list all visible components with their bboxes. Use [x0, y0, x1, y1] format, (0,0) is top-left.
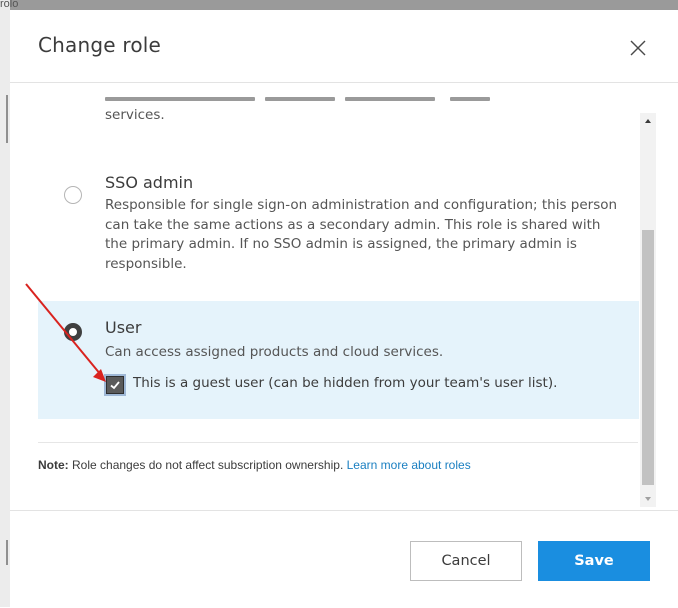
sso-admin-description: Responsible for single sign-on administr… — [105, 197, 618, 272]
cancel-button[interactable]: Cancel — [410, 541, 522, 581]
close-icon — [630, 40, 646, 56]
caret-up-icon — [645, 119, 651, 123]
close-button[interactable] — [628, 38, 648, 58]
role-list-scroll-area[interactable]: services. SSO admin Responsible for sing… — [10, 83, 678, 507]
background-left-strip: rolo — [0, 0, 18, 607]
dialog-footer: Cancel Save — [10, 510, 678, 608]
background-peek-text: rolo — [0, 0, 19, 10]
background-divider — [6, 95, 8, 143]
save-button[interactable]: Save — [538, 541, 650, 581]
dialog-title: Change role — [38, 33, 162, 57]
vertical-scrollbar[interactable] — [640, 113, 656, 507]
previous-role-description: services. — [105, 107, 165, 123]
role-note: Note: Role changes do not affect subscri… — [38, 458, 471, 472]
note-text: Role changes do not affect subscription … — [68, 458, 347, 472]
scroll-up-button[interactable] — [640, 113, 656, 129]
learn-more-roles-link[interactable]: Learn more about roles — [347, 458, 471, 472]
change-role-dialog: Change role services. SSO admin Responsi… — [10, 10, 678, 607]
checkmark-icon — [110, 381, 120, 390]
dialog-header: Change role — [10, 10, 678, 83]
note-label: Note: — [38, 458, 69, 472]
guest-user-row[interactable]: This is a guest user (can be hidden from… — [104, 374, 626, 396]
scrollbar-thumb[interactable] — [642, 230, 654, 485]
user-title: User — [105, 318, 142, 337]
note-divider — [38, 442, 638, 443]
user-description: Can access assigned products and cloud s… — [105, 344, 444, 360]
user-radio[interactable] — [64, 323, 82, 341]
background-divider — [6, 540, 8, 565]
caret-down-icon — [645, 497, 651, 501]
role-option-sso-admin[interactable]: SSO admin Responsible for single sign-on… — [38, 173, 639, 293]
role-option-user[interactable]: User Can access assigned products and cl… — [38, 301, 639, 419]
scroll-down-button[interactable] — [640, 491, 656, 507]
guest-user-checkbox[interactable] — [104, 374, 126, 396]
sso-admin-title: SSO admin — [105, 173, 194, 192]
clipped-text-line — [105, 97, 525, 103]
guest-user-label: This is a guest user (can be hidden from… — [133, 375, 558, 391]
background-top-bar — [0, 0, 678, 10]
sso-admin-radio[interactable] — [64, 186, 82, 204]
